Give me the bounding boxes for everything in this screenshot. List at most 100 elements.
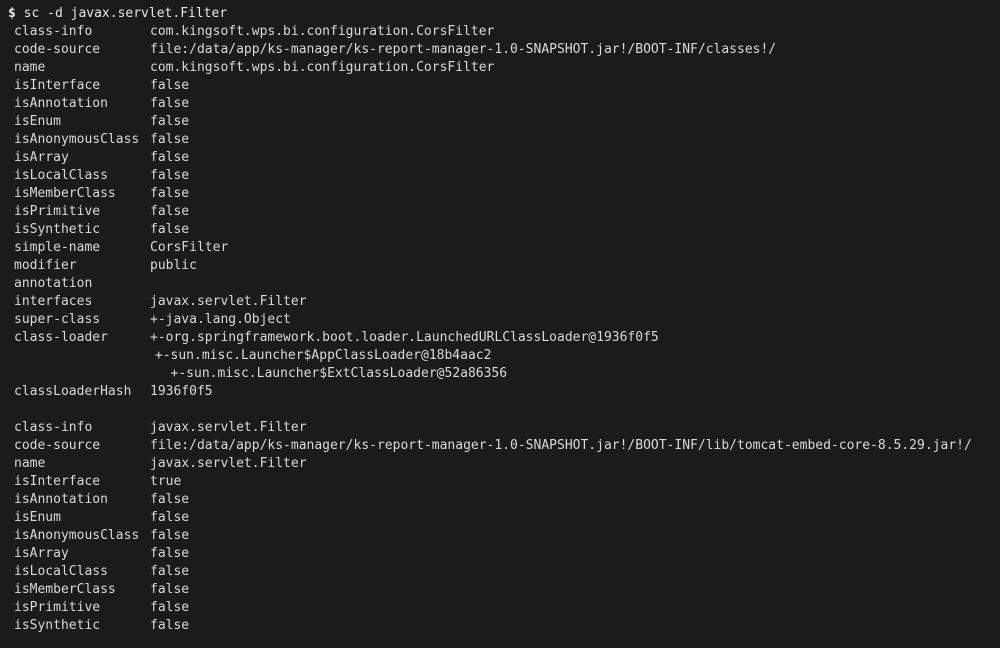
row-value: +-java.lang.Object bbox=[150, 312, 291, 327]
row-key: isSynthetic bbox=[14, 618, 101, 633]
row-value: false bbox=[150, 222, 190, 237]
terminal-window[interactable]: $ sc -d javax.servlet.Filter class-info c… bbox=[0, 0, 1000, 648]
row-key: isArray bbox=[14, 150, 69, 165]
row-key: interfaces bbox=[14, 294, 93, 309]
row-key: isArray bbox=[14, 546, 69, 561]
output-row: super-class +-java.lang.Object bbox=[0, 311, 1000, 329]
output-row: classLoaderHash 1936f0f5 bbox=[0, 383, 1000, 401]
output-row: class-loader +-org.springframework.boot.l… bbox=[0, 329, 1000, 347]
row-value: false bbox=[150, 168, 190, 183]
output-row: isAnnotation false bbox=[0, 491, 1000, 509]
row-key: annotation bbox=[14, 276, 93, 291]
row-value: javax.servlet.Filter bbox=[150, 420, 307, 435]
output-row: isAnonymousClass false bbox=[0, 131, 1000, 149]
row-value: false bbox=[150, 78, 190, 93]
row-value: false bbox=[150, 186, 190, 201]
row-value: javax.servlet.Filter bbox=[150, 294, 307, 309]
row-value: false bbox=[150, 600, 190, 615]
row-value: false bbox=[150, 492, 190, 507]
row-key: isEnum bbox=[14, 114, 61, 129]
row-value: false bbox=[150, 132, 190, 147]
output-row: isMemberClass false bbox=[0, 581, 1000, 599]
row-key: isAnonymousClass bbox=[14, 132, 140, 147]
terminal-screen: $ sc -d javax.servlet.Filter class-info c… bbox=[0, 5, 1000, 635]
classloader-continuation-line: +-sun.misc.Launcher$AppClassLoader@18b4a… bbox=[0, 347, 1000, 365]
classloader-continuation-line: +-sun.misc.Launcher$ExtClassLoader@52a86… bbox=[0, 365, 1000, 383]
prompt-line[interactable]: $ sc -d javax.servlet.Filter bbox=[0, 5, 1000, 23]
output-row: isInterface false bbox=[0, 77, 1000, 95]
output-row: isLocalClass false bbox=[0, 167, 1000, 185]
row-value: true bbox=[150, 474, 182, 489]
row-value: false bbox=[150, 618, 190, 633]
output-row: isPrimitive false bbox=[0, 599, 1000, 617]
row-value: 1936f0f5 bbox=[150, 384, 213, 399]
row-key: isPrimitive bbox=[14, 204, 101, 219]
row-value: +-org.springframework.boot.loader.Launch… bbox=[150, 330, 659, 345]
output-row: isAnnotation false bbox=[0, 95, 1000, 113]
prompt-sigil: $ bbox=[8, 6, 16, 21]
row-key: isAnnotation bbox=[14, 96, 108, 111]
output-row: isArray false bbox=[0, 545, 1000, 563]
continuation-text: +-sun.misc.Launcher$AppClassLoader@18b4a… bbox=[14, 348, 492, 363]
output-row: isMemberClass false bbox=[0, 185, 1000, 203]
row-key: isAnnotation bbox=[14, 492, 108, 507]
row-value: false bbox=[150, 510, 190, 525]
row-key: isInterface bbox=[14, 78, 101, 93]
row-value: file:/data/app/ks-manager/ks-report-mana… bbox=[150, 438, 972, 453]
row-key: code-source bbox=[14, 438, 101, 453]
output-row: code-source file:/data/app/ks-manager/ks-… bbox=[0, 437, 1000, 455]
continuation-text: +-sun.misc.Launcher$ExtClassLoader@52a86… bbox=[14, 366, 508, 381]
row-value: false bbox=[150, 546, 190, 561]
output-row: isSynthetic false bbox=[0, 617, 1000, 635]
output-row: name com.kingsoft.wps.bi.configuration.Co… bbox=[0, 59, 1000, 77]
row-value: javax.servlet.Filter bbox=[150, 456, 307, 471]
row-key: isEnum bbox=[14, 510, 61, 525]
output-row: isLocalClass false bbox=[0, 563, 1000, 581]
row-key: class-info bbox=[14, 24, 93, 39]
row-key: class-loader bbox=[14, 330, 108, 345]
row-key: classLoaderHash bbox=[14, 384, 132, 399]
output-row: isEnum false bbox=[0, 113, 1000, 131]
row-value: false bbox=[150, 150, 190, 165]
command-output: class-info com.kingsoft.wps.bi.configurat… bbox=[0, 23, 1000, 635]
row-value: false bbox=[150, 96, 190, 111]
row-key: class-info bbox=[14, 420, 93, 435]
row-key: name bbox=[14, 456, 46, 471]
blank-separator-line bbox=[0, 401, 1000, 419]
row-key: isSynthetic bbox=[14, 222, 101, 237]
output-row: class-info javax.servlet.Filter bbox=[0, 419, 1000, 437]
row-value: file:/data/app/ks-manager/ks-report-mana… bbox=[150, 42, 777, 57]
row-key: simple-name bbox=[14, 240, 101, 255]
row-key: isLocalClass bbox=[14, 564, 108, 579]
row-key: isMemberClass bbox=[14, 186, 116, 201]
row-value: false bbox=[150, 582, 190, 597]
output-row: modifier public bbox=[0, 257, 1000, 275]
output-row: simple-name CorsFilter bbox=[0, 239, 1000, 257]
row-value: com.kingsoft.wps.bi.configuration.CorsFi… bbox=[150, 24, 495, 39]
row-value: false bbox=[150, 528, 190, 543]
output-row: class-info com.kingsoft.wps.bi.configurat… bbox=[0, 23, 1000, 41]
row-key: super-class bbox=[14, 312, 101, 327]
row-value: false bbox=[150, 114, 190, 129]
row-value: com.kingsoft.wps.bi.configuration.CorsFi… bbox=[150, 60, 495, 75]
row-value: CorsFilter bbox=[150, 240, 229, 255]
output-row: isSynthetic false bbox=[0, 221, 1000, 239]
output-row: isArray false bbox=[0, 149, 1000, 167]
output-row: isAnonymousClass false bbox=[0, 527, 1000, 545]
row-key: isAnonymousClass bbox=[14, 528, 140, 543]
output-row: isEnum false bbox=[0, 509, 1000, 527]
output-row: interfaces javax.servlet.Filter bbox=[0, 293, 1000, 311]
row-key: code-source bbox=[14, 42, 101, 57]
row-value: public bbox=[150, 258, 197, 273]
output-row: code-source file:/data/app/ks-manager/ks-… bbox=[0, 41, 1000, 59]
command-text: sc -d javax.servlet.Filter bbox=[15, 6, 228, 21]
row-key: modifier bbox=[14, 258, 77, 273]
output-row: isPrimitive false bbox=[0, 203, 1000, 221]
output-row: isInterface true bbox=[0, 473, 1000, 491]
row-key: isInterface bbox=[14, 474, 101, 489]
row-key: isLocalClass bbox=[14, 168, 108, 183]
row-value: false bbox=[150, 204, 190, 219]
row-key: isMemberClass bbox=[14, 582, 116, 597]
output-row: annotation bbox=[0, 275, 1000, 293]
row-key: isPrimitive bbox=[14, 600, 101, 615]
